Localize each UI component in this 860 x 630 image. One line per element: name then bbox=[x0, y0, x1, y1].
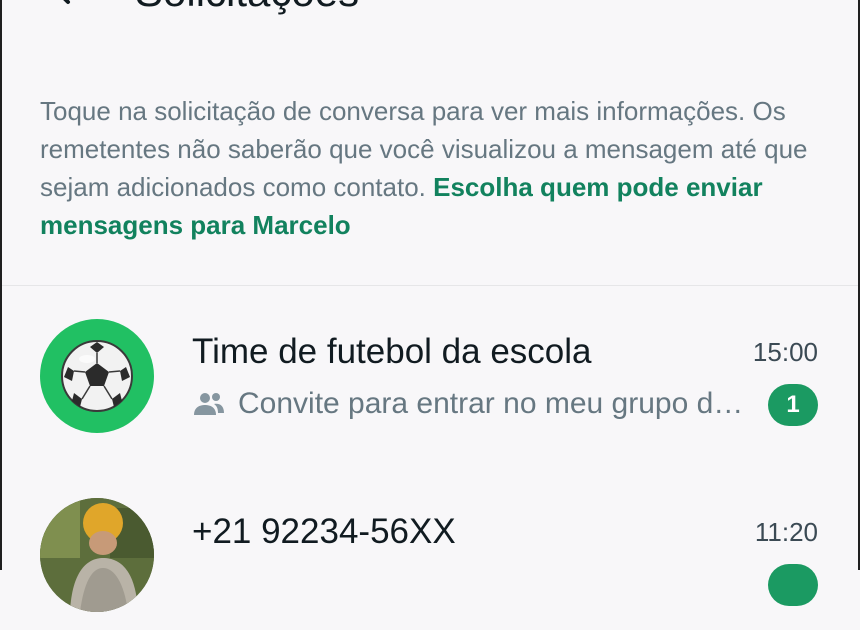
unread-badge: 1 bbox=[768, 384, 818, 426]
avatar bbox=[40, 319, 154, 433]
group-icon bbox=[192, 391, 226, 417]
divider bbox=[2, 285, 858, 286]
profile-photo bbox=[40, 498, 154, 612]
back-arrow-icon[interactable] bbox=[44, 0, 84, 10]
unread-badge bbox=[768, 564, 818, 606]
request-name: +21 92234-56XX bbox=[192, 512, 456, 551]
request-name: Time de futebol da escola bbox=[192, 332, 592, 371]
page-title: Solicitações bbox=[135, 0, 359, 14]
request-preview-text: Convite para entrar no meu grupo do What… bbox=[238, 387, 758, 420]
soccer-ball-icon bbox=[61, 340, 133, 412]
request-time: 11:20 bbox=[754, 517, 818, 547]
list-item-request[interactable]: Time de futebol da escola 15:00 Convite … bbox=[0, 300, 860, 450]
info-text: Toque na solicitação de conversa para ve… bbox=[40, 92, 830, 244]
request-preview: Convite para entrar no meu grupo do What… bbox=[192, 384, 758, 424]
avatar bbox=[40, 498, 154, 612]
request-time: 15:00 bbox=[752, 337, 818, 367]
list-item-request[interactable]: +21 92234-56XX 11:20 bbox=[0, 480, 860, 630]
app-header: Solicitações bbox=[0, 0, 860, 60]
